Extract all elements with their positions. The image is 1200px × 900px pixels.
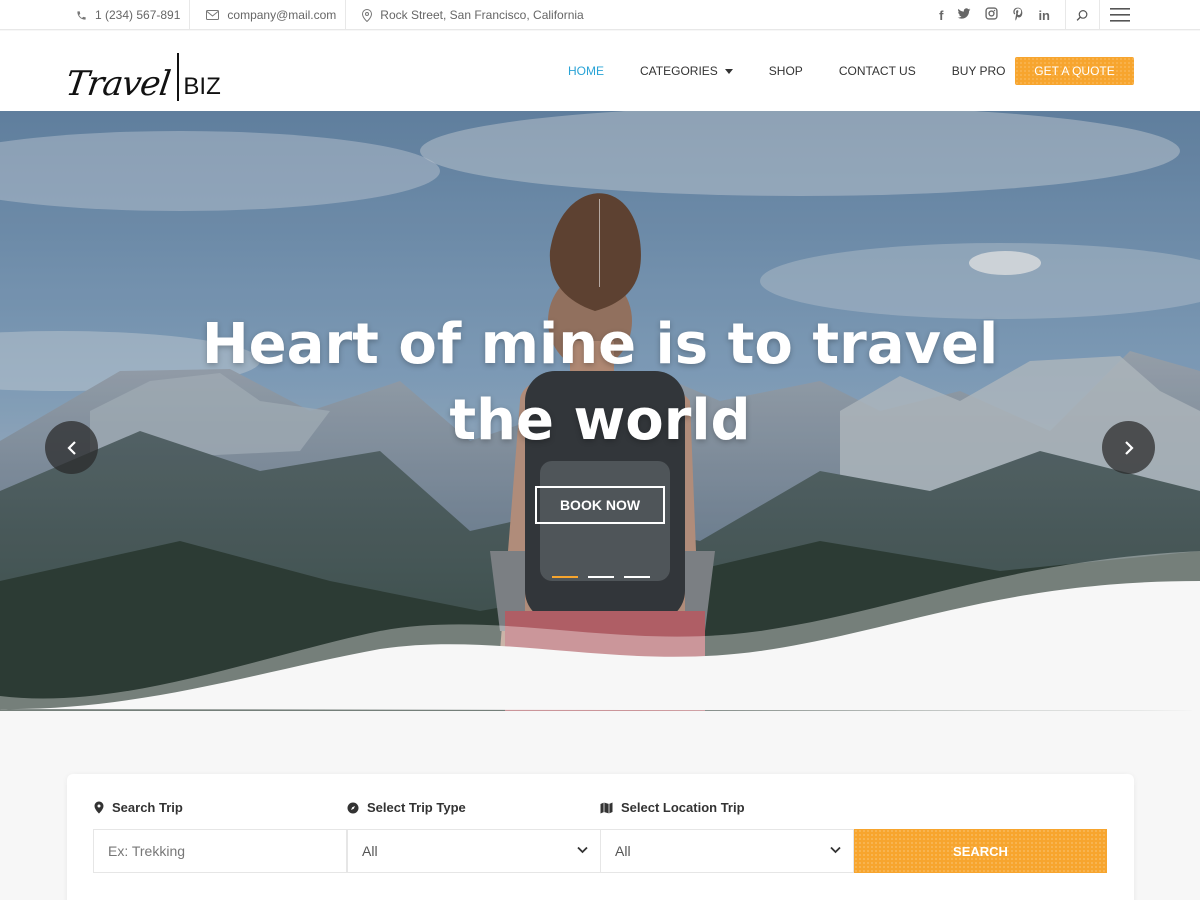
chevron-down-icon bbox=[577, 846, 588, 854]
contact-info: 1 (234) 567-891 company@mail.com Rock St… bbox=[60, 0, 593, 30]
nav-buy-pro-label: BUY PRO bbox=[951, 64, 1006, 78]
slider-dot-2[interactable] bbox=[588, 576, 614, 578]
main-nav: HOME CATEGORIES SHOP CONTACT US BUY PRO bbox=[568, 31, 1042, 111]
nav-categories[interactable]: CATEGORIES bbox=[640, 64, 733, 78]
slider-dot-1[interactable] bbox=[552, 576, 578, 578]
slider-dot-3[interactable] bbox=[624, 576, 650, 578]
social-links: f in bbox=[939, 0, 1050, 30]
nav-home-label: HOME bbox=[568, 64, 604, 78]
phone-text: 1 (234) 567-891 bbox=[95, 8, 181, 22]
location-select[interactable]: All bbox=[600, 829, 854, 873]
nav-contact-label: CONTACT US bbox=[838, 64, 916, 78]
chevron-down-icon bbox=[830, 846, 841, 854]
compass-icon bbox=[347, 802, 359, 813]
facebook-icon[interactable]: f bbox=[939, 8, 943, 23]
trip-type-label-text: Select Trip Type bbox=[367, 800, 466, 815]
address-text: Rock Street, San Francisco, California bbox=[380, 8, 584, 22]
nav-contact-us[interactable]: CONTACT US bbox=[839, 64, 916, 78]
search-icon[interactable] bbox=[1076, 9, 1089, 22]
nav-shop[interactable]: SHOP bbox=[769, 64, 803, 78]
email-item[interactable]: company@mail.com bbox=[190, 0, 347, 30]
phone-icon bbox=[77, 10, 86, 20]
chevron-right-icon bbox=[1124, 440, 1134, 455]
nav-buy-pro[interactable]: BUY PRO bbox=[952, 64, 1006, 78]
twitter-icon[interactable] bbox=[957, 7, 971, 23]
search-trip-label-text: Search Trip bbox=[112, 800, 183, 815]
linkedin-icon[interactable]: in bbox=[1038, 8, 1050, 23]
hero-title-line-2: the world bbox=[449, 388, 751, 453]
slider-prev-button[interactable] bbox=[45, 421, 98, 474]
caret-down-icon bbox=[724, 68, 733, 74]
location-label-text: Select Location Trip bbox=[621, 800, 745, 815]
address-item: Rock Street, San Francisco, California bbox=[346, 0, 592, 30]
search-trip-label: Search Trip bbox=[94, 800, 183, 815]
slider-next-button[interactable] bbox=[1102, 421, 1155, 474]
trip-type-select[interactable]: All bbox=[347, 829, 601, 873]
hero-slider: Heart of mine is to travel the world BOO… bbox=[0, 111, 1200, 711]
trip-type-label: Select Trip Type bbox=[347, 800, 466, 815]
top-tools bbox=[1055, 0, 1130, 30]
divider bbox=[1065, 0, 1066, 30]
logo-biz: BIZ bbox=[177, 53, 221, 101]
pinterest-icon[interactable] bbox=[1012, 7, 1024, 24]
divider bbox=[1099, 0, 1100, 30]
mail-icon bbox=[206, 10, 220, 20]
search-button[interactable]: SEARCH bbox=[854, 829, 1107, 873]
logo-script: Travel bbox=[63, 64, 173, 104]
phone-item[interactable]: 1 (234) 567-891 bbox=[60, 0, 191, 30]
nav-home[interactable]: HOME bbox=[568, 64, 604, 78]
trip-search-panel: Search Trip Select Trip Type Select Loca… bbox=[67, 774, 1134, 900]
hero-title: Heart of mine is to travel the world bbox=[200, 307, 1000, 459]
email-text: company@mail.com bbox=[227, 8, 337, 22]
top-bar: 1 (234) 567-891 company@mail.com Rock St… bbox=[0, 0, 1200, 30]
slider-pagination bbox=[552, 576, 650, 578]
location-pin-icon bbox=[362, 8, 373, 22]
chevron-left-icon bbox=[66, 440, 76, 455]
book-now-button[interactable]: BOOK NOW bbox=[535, 486, 665, 524]
nav-categories-label: CATEGORIES bbox=[640, 64, 718, 78]
get-a-quote-button[interactable]: GET A QUOTE bbox=[1015, 57, 1134, 85]
instagram-icon[interactable] bbox=[985, 7, 999, 23]
trip-type-value: All bbox=[362, 843, 378, 859]
search-trip-input[interactable]: Ex: Trekking bbox=[93, 829, 347, 873]
map-marker-icon bbox=[94, 801, 104, 814]
nav-shop-label: SHOP bbox=[768, 64, 803, 78]
menu-icon[interactable] bbox=[1110, 8, 1130, 22]
search-trip-placeholder: Ex: Trekking bbox=[108, 843, 186, 859]
site-header: Travel BIZ HOME CATEGORIES SHOP CONTACT … bbox=[0, 31, 1200, 111]
location-value: All bbox=[615, 843, 631, 859]
hero-title-line-1: Heart of mine is to travel bbox=[201, 312, 999, 377]
site-logo[interactable]: Travel BIZ bbox=[63, 45, 221, 104]
location-label: Select Location Trip bbox=[600, 800, 745, 815]
map-icon bbox=[600, 802, 613, 813]
